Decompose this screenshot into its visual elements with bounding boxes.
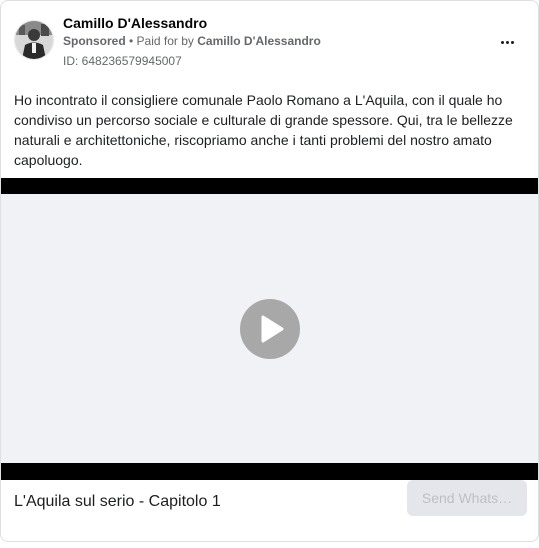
paid-for-name: Camillo D'Alessandro: [197, 34, 321, 48]
play-button[interactable]: [240, 299, 300, 359]
more-options-icon-dot: [505, 40, 509, 44]
link-footer: L'Aquila sul serio - Capitolo 1 Send Wha…: [1, 480, 538, 541]
meta-separator: •: [125, 34, 137, 48]
more-options-button[interactable]: [493, 30, 521, 54]
more-options-icon: [500, 40, 504, 44]
post-body-text: Ho incontrato il consigliere comunale Pa…: [14, 92, 513, 168]
sponsored-label: Sponsored: [63, 34, 126, 48]
more-options-icon-dot: [510, 40, 514, 44]
video-player[interactable]: [1, 178, 538, 480]
author-avatar[interactable]: [14, 20, 54, 60]
author-name[interactable]: Camillo D'Alessandro: [63, 15, 207, 31]
paid-for-prefix: Paid for by: [136, 34, 198, 48]
video-letterbox-top: [1, 178, 538, 194]
ad-card: Camillo D'Alessandro Sponsored • Paid fo…: [0, 0, 539, 542]
post-header: Camillo D'Alessandro Sponsored • Paid fo…: [1, 1, 538, 77]
ad-id: ID: 648236579945007: [63, 54, 182, 68]
video-letterbox-bottom: [1, 463, 538, 480]
send-whatsapp-button[interactable]: Send Whats…: [407, 480, 527, 516]
avatar-photo: [15, 21, 53, 59]
play-icon: [261, 315, 284, 343]
sponsored-line: Sponsored • Paid for by Camillo D'Alessa…: [63, 34, 321, 48]
link-title[interactable]: L'Aquila sul serio - Capitolo 1: [14, 493, 221, 511]
